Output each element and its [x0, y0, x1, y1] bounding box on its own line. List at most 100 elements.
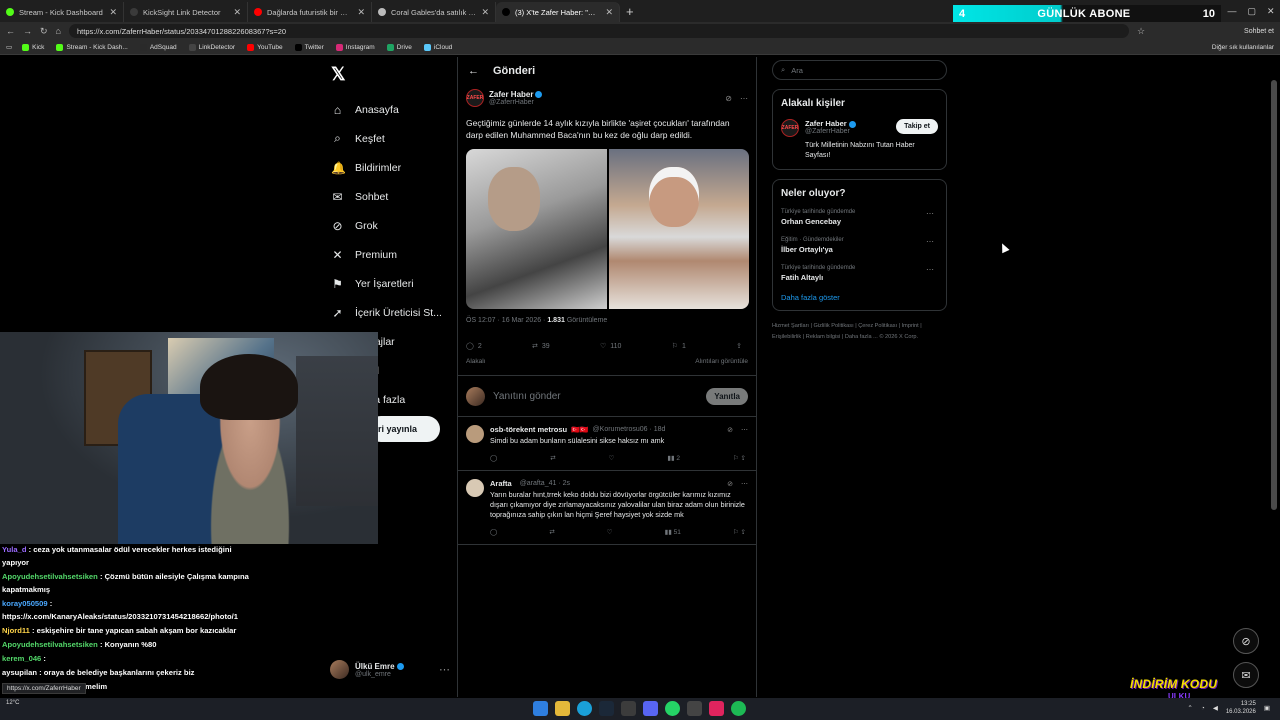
nav-item[interactable]: ⌕ Keşfet [325, 124, 455, 153]
url-field[interactable]: https://x.com/ZaferrHaber/status/2033470… [68, 24, 1129, 38]
forward-icon[interactable]: → [23, 26, 32, 36]
close-tab-icon[interactable]: ✕ [233, 7, 241, 18]
nav-item[interactable]: ⊘ Grok [325, 211, 455, 240]
sort-relevant[interactable]: Alakalı [466, 358, 486, 365]
avatar[interactable] [466, 479, 484, 497]
chat-username[interactable]: Apoyudehsetilvahsetsiken [2, 572, 98, 581]
more-icon[interactable]: ⋯ [439, 663, 450, 676]
browser-tab[interactable]: KickSight Link Detector ✕ [124, 2, 248, 22]
close-tab-icon[interactable]: ✕ [481, 7, 489, 18]
chat-username[interactable]: kerem_046 [2, 654, 41, 663]
heart-icon[interactable]: ♡ [607, 528, 613, 536]
whatsapp-icon[interactable] [665, 701, 680, 716]
reply-author[interactable]: Arafta [490, 479, 512, 488]
grok-icon[interactable]: ⊘ [725, 94, 732, 103]
trend-item[interactable]: Eğitim · Gündemdekiler İlber Ortaylı'ya ⋯ [781, 237, 938, 254]
more-icon[interactable]: ⋯ [741, 426, 748, 434]
footer-links[interactable]: Hizmet Şartları | Gizlilik Politikası | … [772, 321, 947, 343]
nav-item[interactable]: ➚ İçerik Üreticisi St... [325, 298, 455, 327]
maximize-icon[interactable]: ▢ [1247, 6, 1256, 17]
reply-action[interactable]: ◯ 2 [466, 342, 482, 351]
reply-icon[interactable]: ◯ [490, 454, 497, 462]
chat-username[interactable]: Njord11 [2, 626, 30, 635]
reply-button[interactable]: Yanıtla [706, 387, 748, 405]
trend-item[interactable]: Türkiye tarihinde gündemde Orhan Gencebay… [781, 209, 938, 226]
nav-item[interactable]: ⌂ Anasayfa [325, 95, 455, 124]
photo-father-child[interactable] [466, 149, 607, 309]
bookmarks-folder-icon[interactable]: ▭ [6, 43, 12, 51]
messages-float-icon[interactable]: ✉ [1233, 662, 1259, 688]
browser-tab[interactable]: Dağlarda futuristik bir malikaneyi✕ [248, 2, 372, 22]
edge-icon[interactable] [577, 701, 592, 716]
close-tab-icon[interactable]: ✕ [109, 7, 117, 18]
start-icon[interactable] [533, 701, 548, 716]
account-switcher[interactable]: Ülkü Emre @ulk_emre ⋯ [330, 660, 450, 679]
related-person[interactable]: ZAFER Zafer Haber @ZaferrHaber Takip et [781, 119, 938, 137]
other-bookmarks[interactable]: Diğer sık kullanılanlar [1212, 44, 1274, 51]
post-media[interactable] [466, 149, 749, 309]
back-arrow-icon[interactable]: ← [468, 65, 479, 77]
photo-injured-son[interactable] [608, 149, 749, 309]
trend-item[interactable]: Türkiye tarihinde gündemde Fatih Altaylı ⋯ [781, 265, 938, 282]
copilot-chat-button[interactable]: Sohbet et [1244, 28, 1274, 35]
tray-chevron-icon[interactable]: ⌃ [1187, 704, 1192, 712]
page-scrollbar[interactable] [1270, 60, 1278, 650]
x-logo-icon[interactable]: 𝕏 [331, 64, 455, 85]
app-icon[interactable] [709, 701, 724, 716]
close-window-icon[interactable]: ✕ [1267, 6, 1275, 17]
chat-username[interactable]: koray050509 [2, 599, 48, 608]
show-more-link[interactable]: Daha fazla göster [781, 293, 938, 302]
nav-item[interactable]: 🔔 Bildirimler [325, 153, 455, 182]
file-explorer-icon[interactable] [555, 701, 570, 716]
bookmark-action[interactable]: ⚐ 1 [672, 342, 686, 351]
grok-icon[interactable]: ⊘ [727, 480, 733, 488]
home-icon[interactable]: ⌂ [56, 26, 61, 36]
app-icon[interactable] [687, 701, 702, 716]
clock[interactable]: 13:25 16.03.2026 [1226, 700, 1256, 716]
heart-icon[interactable]: ♡ [609, 454, 615, 462]
star-icon[interactable]: ☆ [1137, 26, 1145, 37]
notification-icon[interactable]: ▣ [1264, 704, 1270, 712]
share-action[interactable]: ⇪ [736, 342, 742, 350]
nav-item[interactable]: ✉ Sohbet [325, 182, 455, 211]
bookmark-icon[interactable]: ⚐ ⇪ [733, 454, 746, 462]
more-icon[interactable]: ⋯ [926, 265, 934, 274]
bookmark-icon[interactable]: ⚐ ⇪ [733, 528, 746, 536]
author-avatar[interactable]: ZAFER [466, 89, 484, 107]
new-tab-button[interactable]: + [626, 4, 634, 19]
post-button[interactable]: ri yayınla [368, 416, 440, 442]
reply-tweet[interactable]: osb-törekent metrosu 🇹🇷🇹🇷 @Korumetrosu06… [458, 417, 756, 471]
browser-tab[interactable]: Stream - Kick Dashboard ✕ [0, 2, 124, 22]
more-icon[interactable]: ⋯ [741, 480, 748, 488]
reply-author[interactable]: osb-törekent metrosu [490, 425, 567, 434]
bookmark-item[interactable]: Twitter [294, 43, 324, 51]
spotify-icon[interactable] [731, 701, 746, 716]
browser-tab[interactable]: (3) X'te Zafer Haber: "Geçtiğimiz g✕ [496, 2, 620, 22]
repost-action[interactable]: ⇄ 39 [532, 342, 550, 351]
more-icon[interactable]: ⋯ [926, 209, 934, 218]
bookmark-item[interactable]: Drive [386, 43, 412, 51]
bookmark-item[interactable]: Stream - Kick Dash... [56, 43, 128, 51]
app-icon[interactable] [621, 701, 636, 716]
more-icon[interactable]: ⋯ [740, 94, 748, 103]
bookmark-item[interactable]: Instagram [335, 43, 375, 51]
steam-icon[interactable] [599, 701, 614, 716]
search-input[interactable]: ⌕ Ara [772, 60, 947, 80]
bookmark-item[interactable]: iCloud [423, 43, 452, 51]
reload-icon[interactable]: ↻ [40, 26, 48, 37]
chat-username[interactable]: Apoyudehsetilvahsetsiken [2, 640, 98, 649]
nav-item[interactable]: ⚑ Yer İşaretleri [325, 269, 455, 298]
repost-icon[interactable]: ⇄ [549, 528, 554, 536]
volume-icon[interactable]: ◀ [1213, 704, 1218, 712]
nav-item[interactable]: ✕ Premium [325, 240, 455, 269]
bookmark-item[interactable]: YouTube [247, 43, 283, 51]
author-handle[interactable]: @ZaferrHaber [489, 99, 542, 106]
view-quotes-link[interactable]: Alıntıları görüntüle [695, 358, 748, 365]
author-name[interactable]: Zafer Haber [489, 90, 543, 99]
discord-icon[interactable] [643, 701, 658, 716]
weather-widget[interactable]: 12°C [6, 700, 19, 706]
reply-input[interactable]: Yanıtını gönder [493, 391, 698, 402]
bookmark-item[interactable]: Kick [22, 43, 44, 51]
views-action[interactable]: ▮▮ 2 [667, 454, 680, 462]
close-tab-icon[interactable]: ✕ [357, 7, 365, 18]
